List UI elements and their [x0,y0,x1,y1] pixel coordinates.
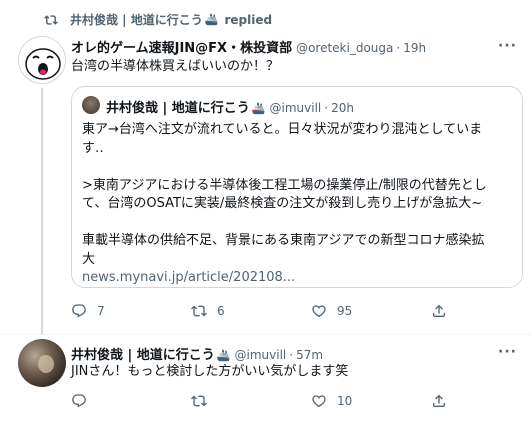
separator-dot: · [396,41,401,55]
more-options-icon[interactable]: ··· [498,38,517,54]
quote-line-gap [82,158,487,177]
tweet-text: 台湾の半導体株買えばいいのか！？ [71,59,280,74]
avatar-face-icon [25,48,61,80]
reply-icon [72,304,86,318]
like-icon [312,305,326,318]
retweet-icon [44,14,58,25]
reply-actions: 10 [71,391,457,411]
timestamp[interactable]: 57m [296,348,323,362]
retweet-icon [191,305,207,317]
display-name[interactable]: オレ的ゲーム速報JIN@FX・株投資部 [71,37,292,56]
like-button[interactable]: 10 [311,393,431,409]
separator-dot: · [289,348,294,362]
retweet-icon [191,395,207,407]
social-context[interactable]: 井村俊哉 | 地道に行こう 🚢 replied [44,11,272,28]
quote-link[interactable]: news.mynavi.jp/article/202108... [82,269,487,288]
quote-line: >東南アジアにおける半導体後工程工場の操業停止/制限の代替先とし [82,177,487,193]
reply-header: 井村俊哉 | 地道に行こう 🚢 @imuvill · 57m [71,344,323,363]
divider [0,334,531,335]
like-button[interactable]: 95 [311,303,431,319]
ship-emoji: 🚢 [204,13,219,26]
quote-line: 大 [82,251,96,267]
quote-line-gap [82,214,487,233]
share-button[interactable] [431,303,457,319]
thread-line [41,88,43,334]
tweet-actions: 7 6 95 [71,301,457,321]
retweet-button[interactable] [191,393,311,409]
social-context-action: replied [224,12,273,27]
share-icon [433,394,445,407]
share-icon [433,304,445,317]
like-count: 95 [337,304,353,318]
social-context-name: 井村俊哉 | 地道に行こう [70,13,203,27]
separator-dot: · [324,101,329,115]
like-count: 10 [337,394,353,408]
reply-count: 7 [97,304,105,318]
display-name[interactable]: 井村俊哉 | 地道に行こう [71,344,215,363]
quoted-tweet[interactable]: 井村俊哉 | 地道に行こう 🚢 @imuvill · 20h 東ア→台湾へ注文が… [71,86,523,288]
more-options-icon[interactable]: ··· [498,344,517,360]
quote-text: 東ア→台湾へ注文が流れていると。日々状況が変わり混沌としていま す‥ >東南アジ… [82,121,487,288]
quote-header: 井村俊哉 | 地道に行こう 🚢 @imuvill · 20h [106,97,354,116]
retweet-button[interactable]: 6 [191,303,311,319]
quote-display-name: 井村俊哉 | 地道に行こう [106,101,250,116]
like-icon [312,395,326,408]
ship-emoji: 🚢 [251,102,266,115]
user-handle[interactable]: @oreteki_douga [296,41,393,55]
quote-line: 東ア→台湾へ注文が流れていると。日々状況が変わり混沌としていま [82,122,483,137]
quote-avatar [82,96,100,114]
avatar[interactable] [18,36,66,84]
share-button[interactable] [431,393,457,409]
quote-timestamp: 20h [331,101,354,115]
user-handle[interactable]: @imuvill [235,348,287,362]
quote-line: 車載半導体の供給不足、背景にある東南アジアでの新型コロナ感染拡 [82,233,485,248]
retweet-count: 6 [217,304,225,318]
avatar[interactable] [18,339,66,387]
reply-text: JINさん！もっと検討した方がいい気がします笑 [71,364,349,379]
timestamp[interactable]: 19h [403,41,426,55]
quote-line: て、台湾のOSATに実装/最終検査の注文が殺到し売り上げが急拡大~ [82,196,483,211]
reply-button[interactable] [71,393,191,409]
quote-line: す‥ [82,140,104,156]
ship-emoji: 🚢 [216,349,231,362]
tweet-header: オレ的ゲーム速報JIN@FX・株投資部 @oreteki_douga · 19h [71,37,426,56]
reply-icon [72,394,86,408]
quote-handle: @imuvill [269,101,322,115]
reply-button[interactable]: 7 [71,303,191,319]
